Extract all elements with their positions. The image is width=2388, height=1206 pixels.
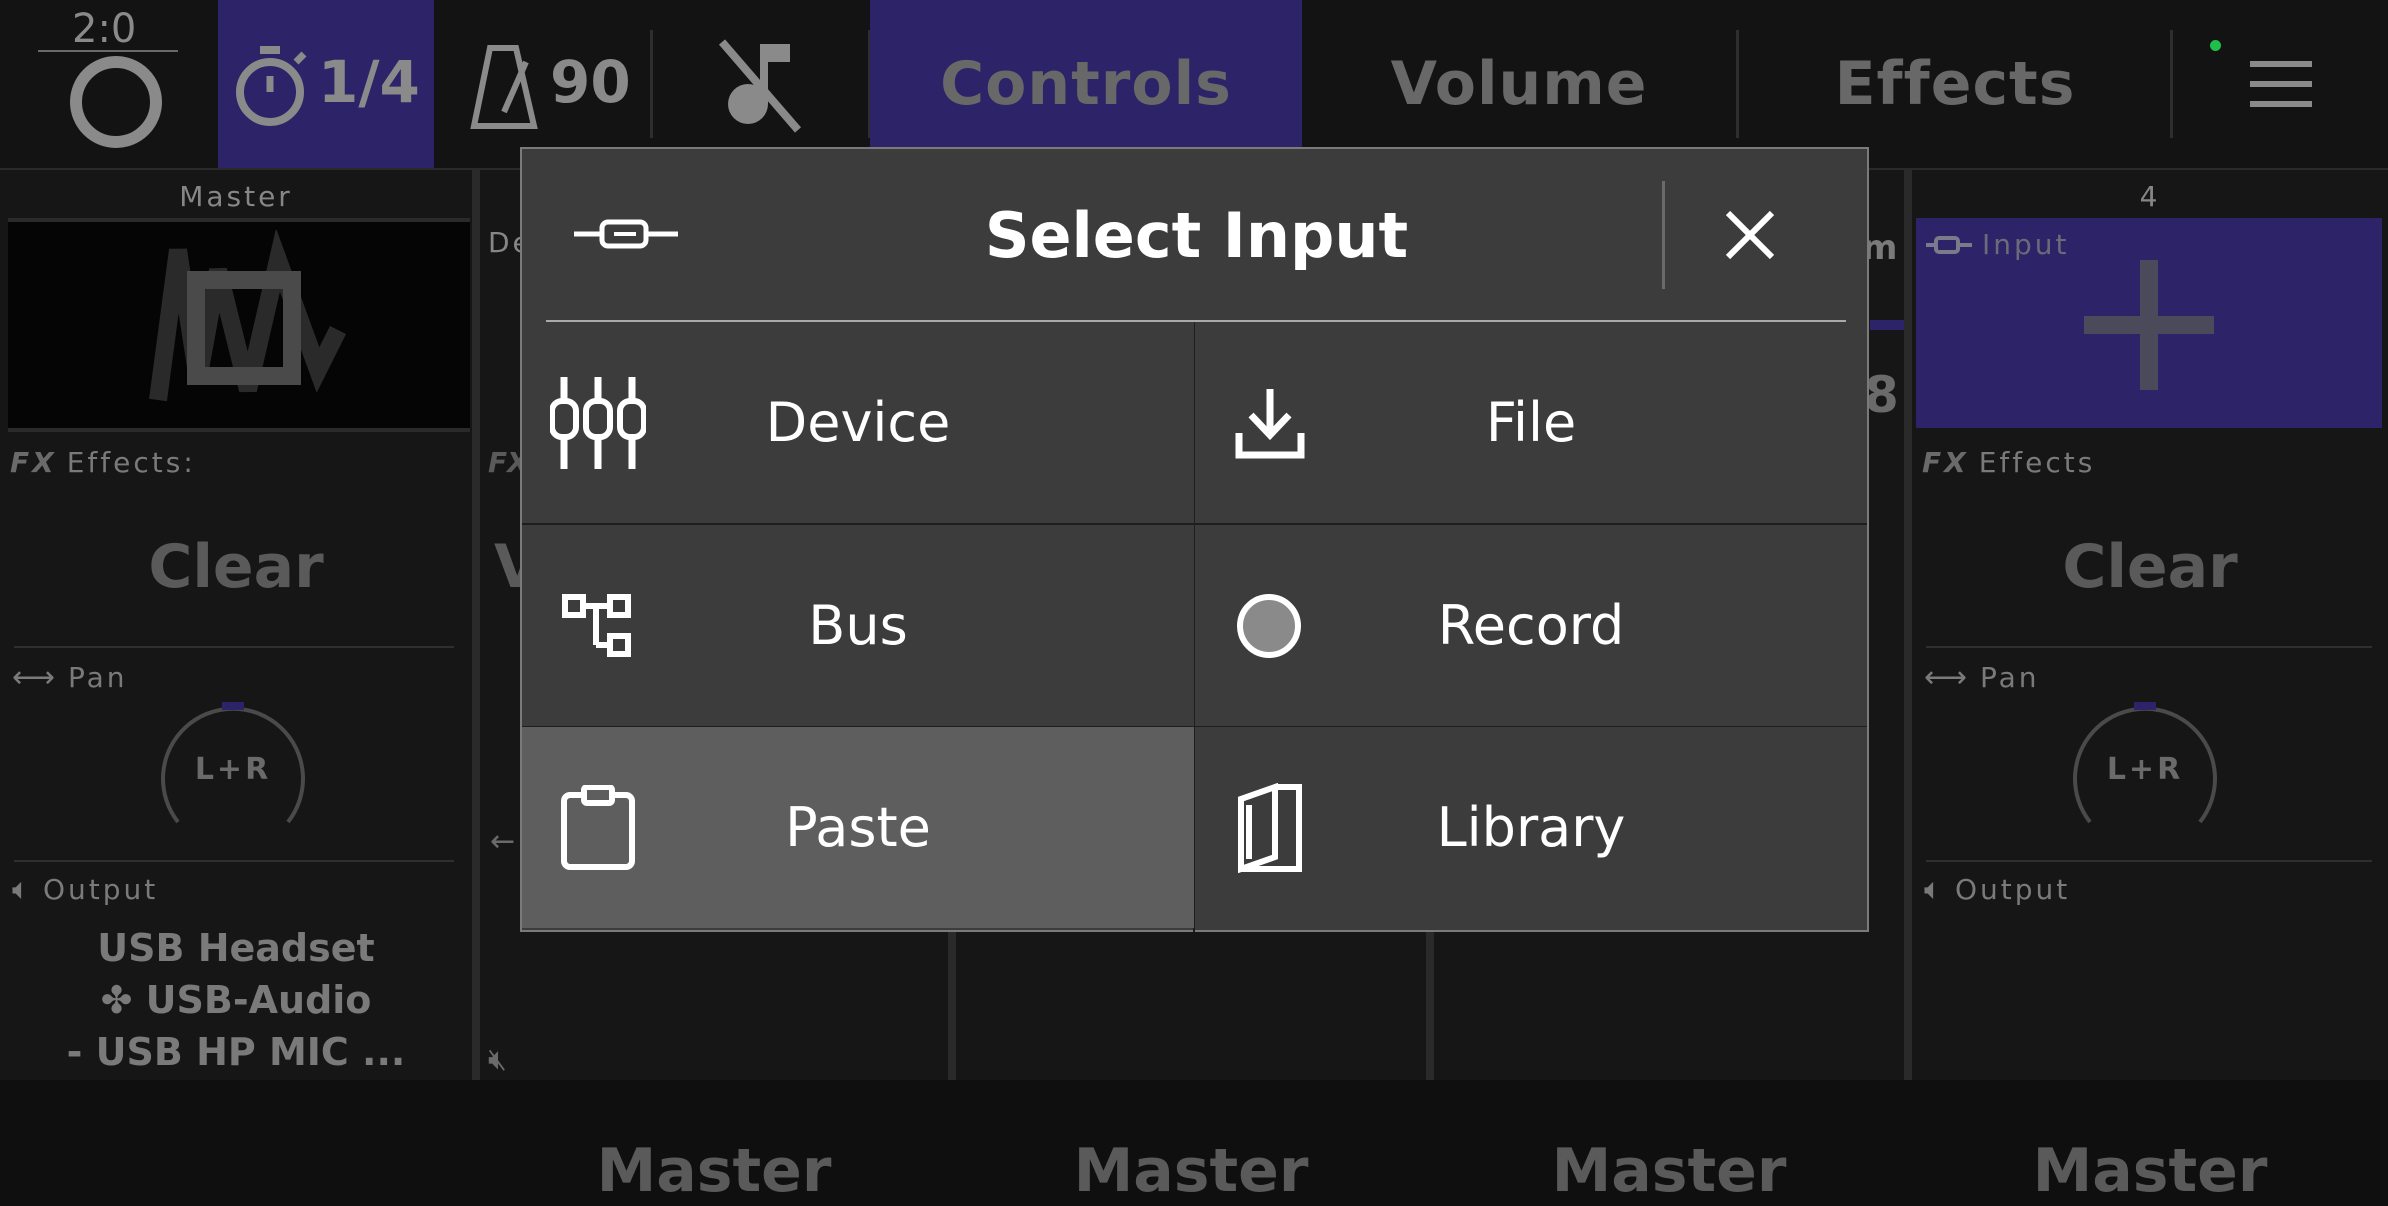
option-label: Paste [785,796,931,859]
time-underline [38,50,178,52]
input-section-label: Input [1926,228,2070,261]
output-line: - USB HP MIC ... [66,1030,406,1074]
option-record[interactable]: Record [1195,525,1867,726]
option-paste[interactable]: Paste [522,727,1194,928]
arrow-icon: ← [490,824,516,859]
music-note-off-icon [718,39,802,133]
pan-label: Pan [68,661,128,694]
tab-controls-label: Controls [940,49,1232,119]
dialog-title: Select Input [984,198,1409,272]
divider [14,860,454,862]
output-device-button[interactable]: USB Headset ✤ USB-Audio - USB HP MIC ... [0,922,472,1078]
microphone-input-icon [149,230,347,402]
option-label: Device [765,391,951,454]
tempo-button[interactable]: 90 [440,0,650,168]
output-line: ✤ USB-Audio [100,978,372,1022]
option-device[interactable]: Device [522,322,1194,523]
pan-value: L+R [2106,752,2184,787]
plus-icon [2084,260,2214,390]
channel-value: 8 [1864,366,1899,424]
tab-controls[interactable]: Controls [870,0,1302,168]
channel-4: 4 Input FX Effects Clear ⟷ Pan L+R � [1912,170,2388,1206]
output-device-button[interactable]: Master [1434,1136,1904,1206]
output-label: Output [43,873,159,906]
output-line: USB Headset [97,926,375,970]
cable-icon [1926,235,1972,254]
output-device-button[interactable]: Master [480,1136,948,1206]
cable-icon [574,219,678,249]
output-section-label: 🔈︎ Output [1924,872,2070,907]
speaker-muted-icon: 🔇︎ [488,1042,507,1077]
divider [1926,860,2372,862]
effects-label: Effects: [66,446,196,479]
effects-section-label: FX Effects [1922,446,2095,479]
divider [14,646,454,648]
stopwatch-icon [236,46,307,126]
arrows-horizontal-icon: ⟷ [1924,660,1971,695]
metronome-mute-button[interactable] [654,0,864,168]
effects-label: Effects [1978,446,2096,479]
input-label: Input [1982,228,2070,261]
divider [1736,30,1739,138]
option-label: File [1485,391,1577,454]
tab-effects[interactable]: Effects [1740,0,2170,168]
effects-section-label: FX Effects: [10,446,196,479]
channel-header: Master [179,180,293,213]
channel-master: Master FX Effects: Clear ⟷ Pan L+R 🔈︎ Ou… [0,170,472,1080]
close-icon [1725,210,1775,260]
option-label: Record [1437,594,1625,657]
output-device-button[interactable]: Master [1912,1136,2388,1206]
divider [2170,30,2173,138]
quantize-value: 1/4 [318,48,420,116]
top-bar: 2:0 1/4 90 Controls Volume Effects [0,0,2388,168]
option-label: Bus [808,594,908,657]
pan-knob[interactable]: L+R [158,702,308,852]
menu-button[interactable] [2174,0,2388,168]
divider [650,30,653,138]
pan-section-label: ⟷ Pan [12,660,128,695]
pan-knob[interactable]: L+R [2070,702,2220,852]
tempo-value: 90 [550,48,631,116]
fader-thumb [1870,320,1904,330]
title-divider [1662,181,1665,289]
output-label: Output [1955,873,2071,906]
option-bus[interactable]: Bus [522,525,1194,726]
close-button[interactable] [1700,185,1800,285]
quantize-button[interactable]: 1/4 [218,0,434,168]
add-input-tile[interactable]: Input [1916,218,2382,428]
option-label: Library [1436,796,1626,859]
metronome-icon [470,45,538,129]
arrows-horizontal-icon: ⟷ [12,660,59,695]
tab-effects-label: Effects [1834,49,2076,119]
output-device-button[interactable]: Master [956,1136,1426,1206]
time-record-button[interactable]: 2:0 [0,0,218,168]
effects-value-button[interactable]: Clear [1912,532,2388,602]
input-mic-tile[interactable] [8,218,470,432]
fx-icon: FX [10,446,57,479]
tab-volume[interactable]: Volume [1304,0,1734,168]
option-library[interactable]: Library [1195,727,1867,928]
fx-icon: FX [1922,446,1969,479]
column-divider [472,170,480,1080]
speaker-icon: 🔈︎ [1924,872,1945,907]
pan-value: L+R [194,752,272,787]
effects-value-button[interactable]: Clear [0,532,472,602]
column-divider [1904,170,1912,1080]
tab-volume-label: Volume [1390,49,1648,119]
time-signature: 2:0 [72,6,137,52]
option-file[interactable]: File [1195,322,1867,523]
hamburger-menu-icon [2250,61,2312,107]
select-input-dialog: Select Input Device File Bus Record Past… [520,147,1869,932]
status-dot [2210,40,2221,51]
speaker-icon: 🔈︎ [12,872,33,907]
pan-label: Pan [1980,661,2040,694]
channel-number: 4 [2139,180,2161,213]
output-section-label: 🔈︎ Output [12,872,158,907]
divider [1926,646,2372,648]
pan-section-label: ⟷ Pan [1924,660,2040,695]
record-circle-icon [70,56,162,148]
